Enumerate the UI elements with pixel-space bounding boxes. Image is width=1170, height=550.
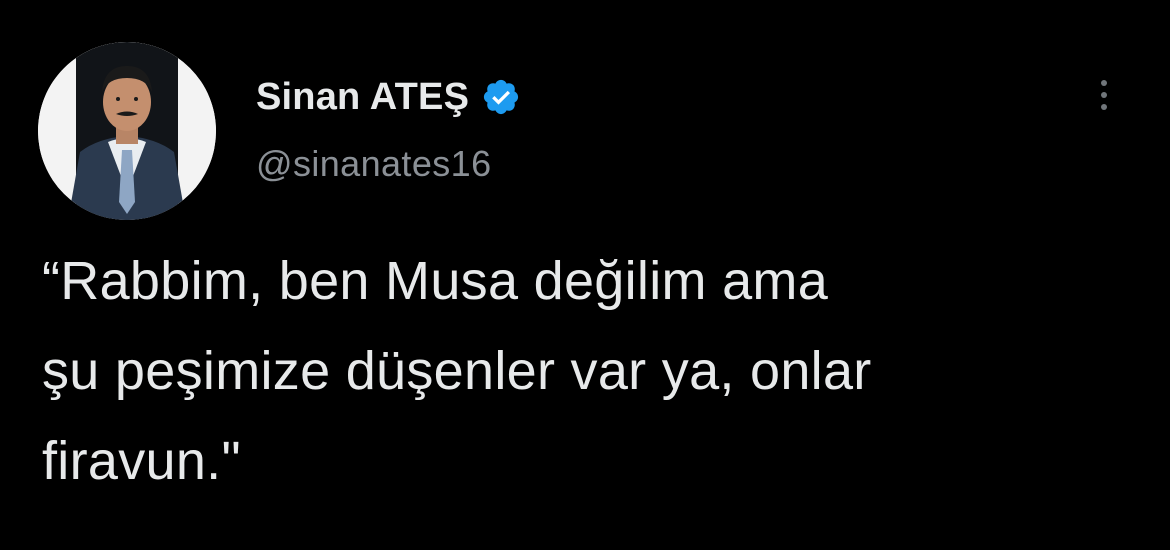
profile-photo xyxy=(38,42,216,220)
tweet-text-line: firavun." xyxy=(42,431,241,491)
tweet-card: Sinan ATEŞ @sinanates16 “Rabbim, ben Mus… xyxy=(0,0,1170,550)
avatar[interactable] xyxy=(38,42,216,220)
more-options-icon-dot xyxy=(1101,104,1107,110)
author-handle[interactable]: @sinanates16 xyxy=(256,143,492,185)
tweet-text: “Rabbim, ben Musa değilim ama şu peşimiz… xyxy=(42,236,1142,506)
verified-badge-icon xyxy=(481,77,521,117)
more-options-icon xyxy=(1101,80,1107,86)
more-options-button[interactable] xyxy=(1086,72,1122,118)
author-display-name[interactable]: Sinan ATEŞ xyxy=(256,76,469,119)
tweet-text-line: şu peşimize düşenler var ya, onlar xyxy=(42,341,872,401)
more-options-icon-dot xyxy=(1101,92,1107,98)
author-name-row: Sinan ATEŞ xyxy=(256,72,521,122)
tweet-text-line: “Rabbim, ben Musa değilim ama xyxy=(42,251,829,311)
